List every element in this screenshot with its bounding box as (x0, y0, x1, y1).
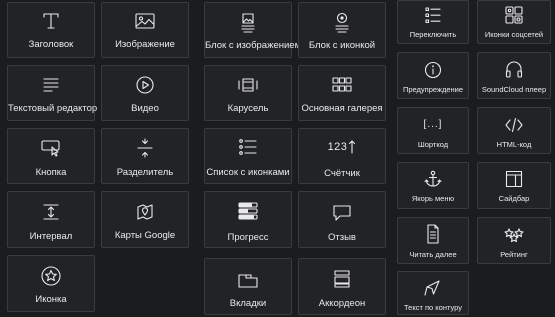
widget-label: Разделитель (116, 167, 174, 178)
read-more-icon (398, 223, 468, 245)
accordion-icon (299, 269, 385, 289)
shortcode-icon: [...] (398, 119, 468, 130)
widget-label: Якорь меню (411, 194, 455, 203)
widget-label: Сайдбар (498, 194, 530, 203)
widget-label: Читать далее (409, 250, 457, 259)
sidebar-icon (478, 169, 550, 189)
widget-progress[interactable]: Прогресс (204, 191, 292, 248)
widget-accordion[interactable]: Аккордеон (298, 258, 386, 315)
spacer-icon (8, 203, 94, 221)
progress-icon (205, 201, 291, 221)
widget-image-box[interactable]: Блок с изображением (204, 2, 302, 58)
widget-label: Предупреждение (402, 85, 464, 94)
widget-menu-anchor[interactable]: Якорь меню (397, 162, 469, 209)
widget-label: Отзыв (328, 232, 356, 243)
widget-spacer[interactable]: Интервал (7, 191, 95, 248)
alert-icon (398, 60, 468, 80)
widget-toggle[interactable]: Переключить (397, 0, 469, 44)
social-icons-icon (478, 5, 550, 25)
widget-soundcloud[interactable]: SoundCloud плеер (477, 52, 551, 99)
carousel-icon (205, 76, 291, 94)
widget-label: Рейтинг (500, 250, 528, 259)
widget-label: Иконки соцсетей (484, 30, 544, 39)
text-editor-icon (8, 75, 94, 95)
anchor-icon (398, 169, 468, 189)
widget-text-path[interactable]: Текст по контуру (397, 271, 469, 315)
tabs-icon (205, 271, 291, 289)
widget-label: Блок с иконкой (308, 40, 376, 51)
widget-text-editor[interactable]: Текстовый редактор (7, 65, 98, 121)
widget-label: Блок с изображением (205, 40, 302, 51)
counter-icon-text: 123 (327, 141, 348, 153)
widget-sidebar[interactable]: Сайдбар (477, 162, 551, 209)
image-icon (102, 12, 188, 30)
counter-icon: 123 (299, 139, 385, 155)
widget-panel: Заголовок Текстовый редактор Кнопка Инте… (0, 0, 555, 317)
widget-label: Аккордеон (318, 298, 366, 309)
widget-label: Переключить (409, 30, 457, 39)
heading-icon (8, 11, 94, 31)
widget-label: Видео (131, 103, 159, 114)
widget-label: Текст по контуру (404, 303, 462, 312)
icon-star-icon (8, 265, 94, 287)
widget-google-maps[interactable]: Карты Google (101, 191, 189, 248)
widget-label: Карусель (227, 103, 269, 114)
toggle-icon (398, 5, 468, 25)
widget-image[interactable]: Изображение (101, 2, 189, 58)
widget-testimonial[interactable]: Отзыв (298, 191, 386, 248)
widget-tabs[interactable]: Вкладки (204, 258, 292, 315)
map-icon (102, 202, 188, 222)
testimonial-icon (299, 203, 385, 223)
widget-label: HTML-код (496, 140, 532, 149)
widget-button[interactable]: Кнопка (7, 128, 95, 184)
icon-list-icon (205, 137, 291, 157)
widget-label: Кнопка (35, 167, 67, 178)
soundcloud-icon (478, 60, 550, 80)
widget-basic-gallery[interactable]: Основная галерея (298, 65, 386, 121)
widget-label: Изображение (115, 39, 175, 50)
image-box-icon (205, 12, 291, 34)
widget-label: Текстовый редактор (8, 103, 98, 114)
widget-divider[interactable]: Разделитель (101, 128, 189, 184)
widget-heading[interactable]: Заголовок (7, 2, 95, 58)
icon-box-icon (299, 12, 385, 34)
widget-html[interactable]: HTML-код (477, 107, 551, 154)
widget-label: Карты Google (114, 230, 176, 241)
widget-video[interactable]: Видео (101, 65, 189, 121)
widget-label: Основная галерея (301, 103, 383, 114)
widget-carousel[interactable]: Карусель (204, 65, 292, 121)
widget-rating[interactable]: Рейтинг (477, 217, 551, 264)
gallery-icon (299, 76, 385, 94)
widget-icon-box[interactable]: Блок с иконкой (298, 2, 386, 58)
widget-icon[interactable]: Иконка (7, 255, 95, 312)
widget-label: Шорткод (417, 140, 449, 149)
html-code-icon (478, 115, 550, 135)
divider-icon (102, 137, 188, 159)
widget-label: Счётчик (324, 168, 360, 179)
button-icon (8, 138, 94, 158)
widget-alert[interactable]: Предупреждение (397, 52, 469, 99)
widget-label: Иконка (35, 294, 67, 305)
widget-icon-list[interactable]: Список с иконками (204, 128, 292, 184)
shortcode-icon-text: [...] (423, 119, 443, 130)
widget-label: Интервал (29, 231, 73, 242)
video-icon (102, 75, 188, 95)
widget-label: Вкладки (229, 298, 267, 309)
widget-social-icons[interactable]: Иконки соцсетей (477, 0, 551, 44)
widget-read-more[interactable]: Читать далее (397, 217, 469, 264)
widget-counter[interactable]: 123 Счётчик (298, 128, 386, 184)
widget-label: SoundCloud плеер (481, 85, 547, 94)
rating-icon (478, 226, 550, 244)
widget-shortcode[interactable]: [...] Шорткод (397, 107, 469, 154)
widget-label: Заголовок (28, 39, 74, 50)
widget-label: Список с иконками (206, 167, 290, 178)
text-path-icon (398, 278, 468, 298)
widget-label: Прогресс (227, 232, 269, 243)
